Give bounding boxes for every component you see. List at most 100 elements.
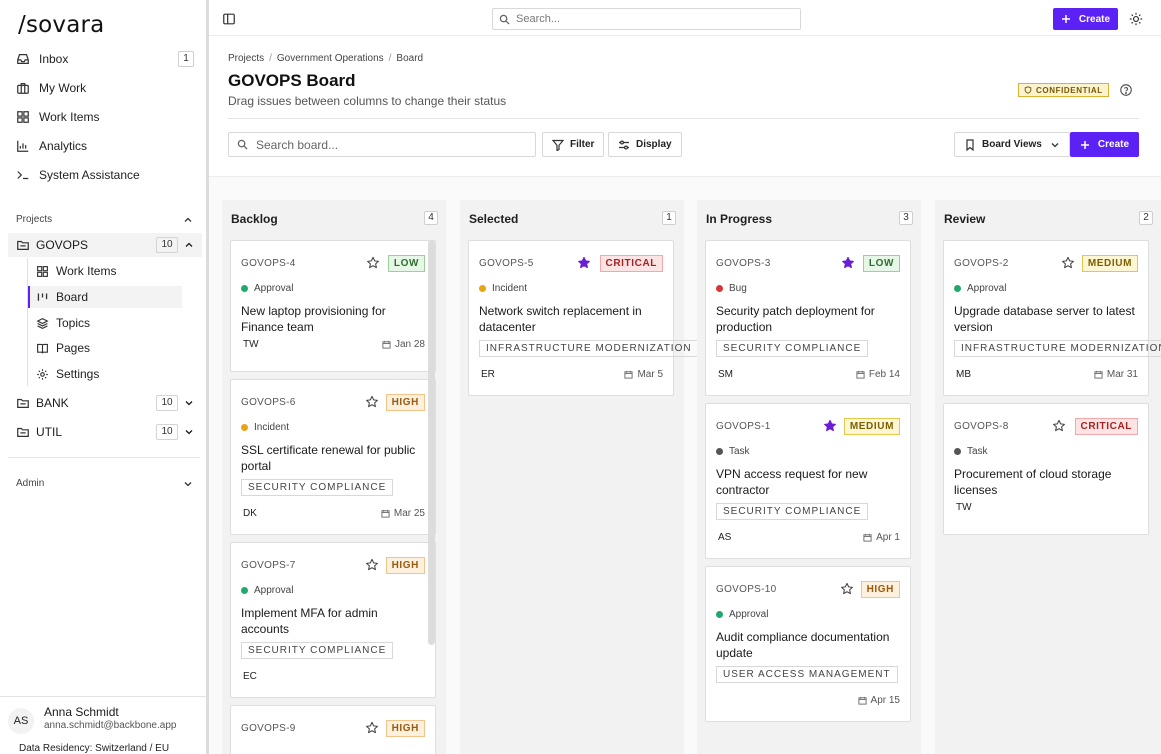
govops-topics[interactable]: Topics: [28, 312, 182, 334]
issue-id: GOVOPS-8: [954, 421, 1009, 432]
sidebar-item-inbox[interactable]: Inbox 1: [8, 46, 198, 72]
issue-card[interactable]: GOVOPS-9 HIGH: [230, 705, 436, 754]
grid-icon: [37, 265, 48, 277]
issue-type-dot: [479, 285, 486, 292]
star-icon[interactable]: [365, 721, 379, 735]
assignee-initials[interactable]: SM: [718, 369, 733, 380]
issue-card[interactable]: GOVOPS-5 CRITICAL Incident Network switch r…: [468, 240, 699, 396]
issue-card[interactable]: GOVOPS-4 LOW Approval New laptop provisioni…: [230, 240, 436, 372]
star-icon[interactable]: [1061, 256, 1075, 270]
govops-pages[interactable]: Pages: [28, 337, 182, 359]
board-views-dropdown[interactable]: Board Views: [954, 132, 1070, 157]
project-govops[interactable]: GOVOPS 10: [8, 233, 202, 257]
inbox-icon: [17, 54, 29, 64]
govops-settings[interactable]: Settings: [28, 363, 182, 385]
projects-section-label: Projects: [16, 214, 53, 225]
board-create-button[interactable]: Create: [1070, 132, 1139, 157]
issue-type: Approval: [241, 283, 293, 294]
breadcrumb-projects[interactable]: Projects: [228, 53, 264, 64]
sidebar-item-analytics[interactable]: Analytics: [8, 133, 198, 159]
issue-card[interactable]: GOVOPS-10 HIGH Approval Audit compliance do…: [705, 566, 911, 722]
due-date-label: Mar 25: [393, 508, 425, 519]
briefcase-icon: [17, 83, 29, 94]
assignee-initials[interactable]: AS: [718, 532, 731, 543]
column-title: Review: [944, 212, 986, 226]
chevron-down-icon[interactable]: [184, 398, 194, 408]
column-title: Selected: [469, 212, 519, 226]
create-button[interactable]: Create: [1053, 8, 1118, 30]
due-date: Mar 31: [1094, 369, 1138, 380]
folder-icon: [17, 427, 29, 437]
govops-board[interactable]: Board: [28, 286, 182, 308]
issue-type-label: Approval: [967, 283, 1007, 294]
issue-card[interactable]: GOVOPS-6 HIGH Incident SSL certificate rene…: [230, 379, 436, 535]
assignee-initials[interactable]: EC: [243, 671, 257, 682]
issue-card[interactable]: GOVOPS-7 HIGH Approval Implement MFA for ad…: [230, 542, 436, 698]
issue-title: Procurement of cloud storage licenses: [954, 467, 1112, 497]
sub-item-label: Settings: [56, 367, 100, 381]
issue-id: GOVOPS-7: [241, 560, 296, 571]
topic-tag[interactable]: SECURITY COMPLIANCE: [241, 642, 394, 659]
issue-type-label: Approval: [729, 609, 769, 620]
avatar: AS: [8, 708, 34, 734]
issue-type-dot: [716, 611, 723, 618]
issue-card[interactable]: GOVOPS-2 MEDIUM Approval Upgrade database s…: [943, 240, 1161, 396]
board-column-selected: Selected 1 GOVOPS-5 CRITICAL Incident Network…: [460, 200, 699, 754]
topic-tag[interactable]: SECURITY COMPLIANCE: [716, 340, 869, 357]
chevron-up-icon[interactable]: [184, 240, 194, 250]
chevron-down-icon[interactable]: [184, 427, 194, 437]
issue-type-dot: [954, 285, 961, 292]
issue-card[interactable]: GOVOPS-3 LOW Bug Security patch deployment …: [705, 240, 911, 396]
star-filled-icon[interactable]: [841, 256, 855, 270]
project-bank[interactable]: BANK 10: [8, 391, 202, 415]
assignee-initials[interactable]: TW: [956, 502, 972, 513]
sidebar-item-work-items[interactable]: Work Items: [8, 104, 198, 130]
user-profile[interactable]: AS Anna Schmidt anna.schmidt@backbone.ap…: [0, 696, 206, 754]
star-icon[interactable]: [365, 395, 379, 409]
star-icon[interactable]: [366, 256, 380, 270]
issue-type-dot: [954, 448, 961, 455]
calendar-icon: [856, 370, 865, 379]
star-filled-icon[interactable]: [823, 419, 837, 433]
govops-work-items[interactable]: Work Items: [28, 260, 182, 282]
topic-tag[interactable]: INFRASTRUCTURE MODERNIZATION: [954, 340, 1161, 357]
sidebar-toggle-icon[interactable]: [222, 12, 236, 26]
sidebar-item-system-assistance[interactable]: System Assistance: [8, 162, 198, 188]
book-icon: [37, 343, 48, 353]
filter-label: Filter: [570, 139, 595, 150]
help-icon[interactable]: [1119, 83, 1133, 97]
priority-badge: HIGH: [385, 394, 425, 411]
display-button[interactable]: Display: [608, 132, 682, 157]
filter-button[interactable]: Filter: [542, 132, 605, 157]
assignee-initials[interactable]: TW: [243, 339, 259, 350]
board-search-input[interactable]: Search board...: [228, 132, 536, 157]
chevron-down-icon[interactable]: [183, 479, 193, 489]
assignee-initials[interactable]: DK: [243, 508, 257, 519]
issue-card[interactable]: GOVOPS-8 CRITICAL Task Procurement of cloud…: [943, 403, 1149, 535]
topic-tag[interactable]: INFRASTRUCTURE MODERNIZATION: [479, 340, 699, 357]
topic-tag[interactable]: SECURITY COMPLIANCE: [241, 479, 394, 496]
calendar-icon: [857, 696, 867, 705]
assignee-initials[interactable]: MB: [956, 369, 971, 380]
sidebar: /sovara Inbox 1 My Work Work Items Analy…: [0, 0, 206, 754]
global-search-input[interactable]: Search...: [492, 8, 801, 30]
issue-card[interactable]: GOVOPS-1 MEDIUM Task VPN access request for…: [705, 403, 911, 559]
sun-icon[interactable]: [1129, 12, 1143, 26]
sidebar-item-my-work[interactable]: My Work: [8, 75, 198, 101]
star-icon[interactable]: [365, 558, 379, 572]
issue-type: Task: [716, 446, 750, 457]
star-icon[interactable]: [1052, 419, 1066, 433]
admin-section-label[interactable]: Admin: [16, 478, 44, 489]
star-filled-icon[interactable]: [577, 256, 591, 270]
breadcrumb-government-operations[interactable]: Government Operations: [277, 53, 384, 64]
chevron-up-icon[interactable]: [183, 215, 193, 225]
sidebar-item-label: My Work: [39, 81, 87, 95]
project-util[interactable]: UTIL 10: [8, 420, 202, 444]
assignee-initials[interactable]: ER: [481, 369, 495, 380]
issue-type: Incident: [479, 283, 527, 294]
backlog-scrollbar[interactable]: [428, 240, 435, 645]
star-icon[interactable]: [840, 582, 854, 596]
topic-tag[interactable]: SECURITY COMPLIANCE: [716, 503, 869, 520]
due-date: Mar 25: [381, 508, 425, 519]
topic-tag[interactable]: USER ACCESS MANAGEMENT: [716, 666, 898, 683]
